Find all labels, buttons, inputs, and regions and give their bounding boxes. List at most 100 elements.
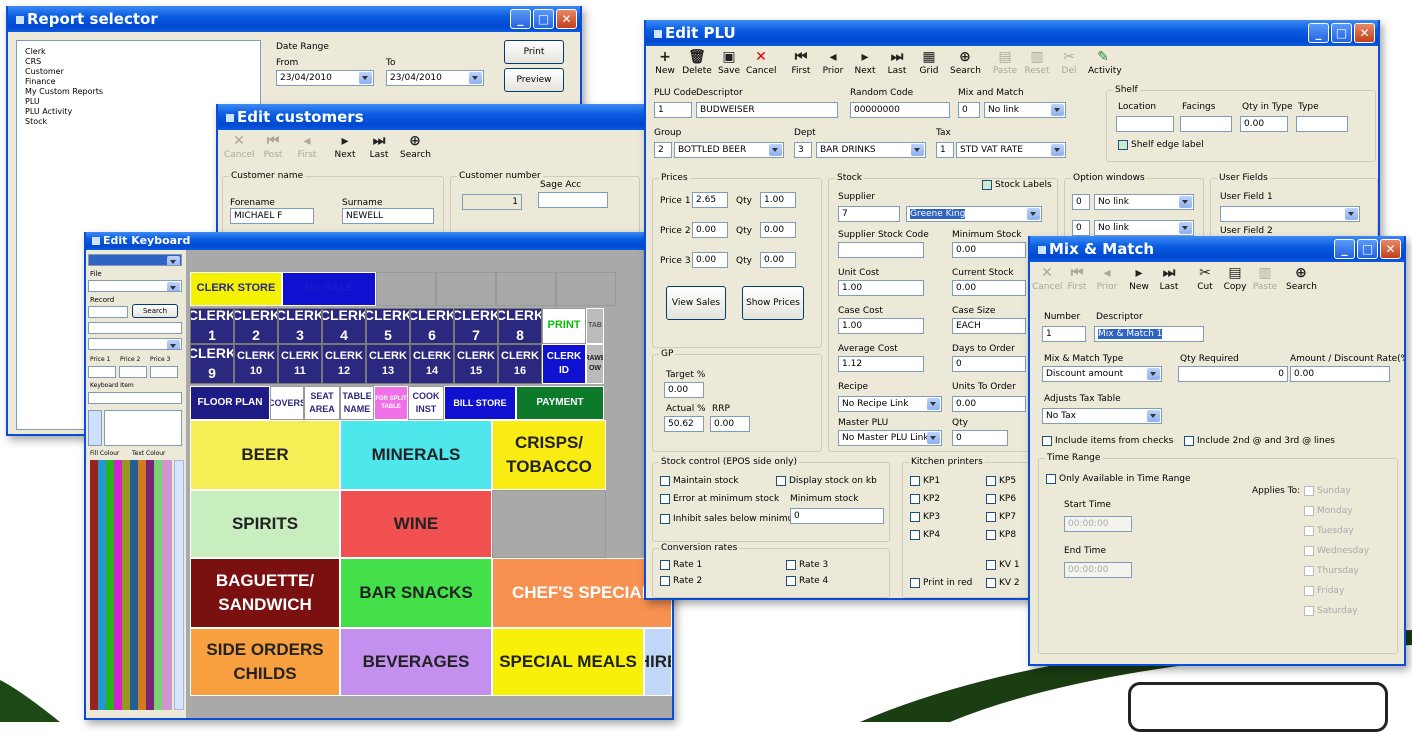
descriptor-field[interactable]: BUDWEISER — [696, 102, 838, 118]
key-clerk-2[interactable]: CLERK 2 — [234, 308, 278, 344]
checkbox-box[interactable] — [1304, 546, 1314, 556]
key-beer[interactable]: BEER — [190, 420, 340, 490]
maximize-button[interactable]: □ — [1331, 23, 1352, 43]
option2-select[interactable]: No link — [1094, 220, 1194, 236]
checkbox-box[interactable] — [660, 476, 670, 486]
price2-field[interactable] — [119, 366, 147, 378]
mix-match-titlebar[interactable]: Mix & Match _ □ ✕ — [1030, 236, 1404, 262]
cancel-tool[interactable]: ✕ Cancel — [1032, 264, 1063, 292]
dropdown-icon[interactable] — [167, 256, 180, 265]
facings-field[interactable] — [1180, 116, 1232, 132]
checkbox-box[interactable] — [910, 530, 920, 540]
dropdown-icon[interactable] — [167, 282, 180, 291]
rate2-checkbox[interactable]: Rate 2 — [660, 576, 702, 586]
show-prices-button[interactable]: Show Prices — [742, 286, 804, 320]
keyboard-item-field[interactable] — [88, 392, 182, 404]
rate4-checkbox[interactable]: Rate 4 — [786, 576, 828, 586]
include-checks-checkbox[interactable]: Include items from checks — [1042, 436, 1173, 446]
kp1-checkbox[interactable]: KP1 — [910, 476, 940, 486]
option2-number[interactable]: 0 — [1072, 220, 1090, 236]
maintain-stock-checkbox[interactable]: Maintain stock — [660, 476, 738, 486]
fill-colour-radio[interactable]: Fill Colour — [90, 450, 119, 457]
sage-field[interactable] — [538, 192, 608, 208]
supplier-number[interactable]: 7 — [838, 206, 900, 222]
key-bill-store[interactable]: BILL STORE — [444, 386, 516, 420]
key-side-orders-childs[interactable]: SIDE ORDERS CHILDS — [190, 628, 340, 696]
kv1-checkbox[interactable]: KV 1 — [986, 560, 1020, 570]
error-min-stock-checkbox[interactable]: Error at minimum stock — [660, 494, 779, 504]
last-tool[interactable]: ⏭ Last — [1154, 264, 1184, 292]
first-tool[interactable]: ⏮ First — [1062, 264, 1092, 292]
key-clerk-11[interactable]: CLERK 11 — [278, 344, 322, 384]
dropdown-icon[interactable] — [1147, 368, 1160, 380]
key-covers[interactable]: COVERS — [270, 386, 304, 420]
qty2-field[interactable]: 0.00 — [760, 222, 796, 238]
first-tool[interactable]: ⏮ First — [786, 48, 816, 76]
dept-number[interactable]: 3 — [794, 142, 812, 158]
kp7-checkbox[interactable]: KP7 — [986, 512, 1016, 522]
dropdown-icon[interactable] — [1179, 222, 1192, 234]
key-table-name[interactable]: TABLE NAME — [340, 386, 374, 420]
user-field1-select[interactable] — [1220, 206, 1360, 222]
friday-checkbox[interactable]: Friday — [1304, 586, 1344, 596]
dropdown-icon[interactable] — [1147, 410, 1160, 422]
average-cost-field[interactable]: 1.12 — [838, 356, 924, 372]
key-drawer[interactable]: DRAWER OW — [586, 344, 604, 384]
print-in-red-checkbox[interactable]: Print in red — [910, 578, 972, 588]
post-tool[interactable]: ⏮ Post — [258, 132, 288, 160]
key-clerk-id[interactable]: CLERK ID — [542, 344, 586, 384]
checkbox-box[interactable] — [1042, 436, 1052, 446]
minimize-button[interactable]: _ — [1334, 239, 1355, 259]
minimum-stock-field[interactable]: 0 — [790, 508, 884, 524]
dropdown-icon[interactable] — [927, 432, 940, 444]
qty-required-field[interactable]: 0 — [1178, 366, 1288, 382]
print-button[interactable]: Print — [504, 40, 564, 64]
checkbox-box[interactable] — [786, 560, 796, 570]
prior-tool[interactable]: ◂ Prior — [1092, 264, 1122, 292]
keyboard-selector[interactable] — [88, 254, 182, 266]
supplier-code-field[interactable] — [838, 242, 924, 258]
key-floor-plan[interactable]: FLOOR PLAN — [190, 386, 270, 420]
key-clerk-1[interactable]: CLERK 1 — [190, 308, 234, 344]
checkbox-box[interactable] — [1304, 586, 1314, 596]
dropdown-icon[interactable] — [1051, 104, 1064, 116]
key-clerk-4[interactable]: CLERK 4 — [322, 308, 366, 344]
tax-number[interactable]: 1 — [936, 142, 954, 158]
rate3-checkbox[interactable]: Rate 3 — [786, 560, 828, 570]
calendar-dropdown-icon[interactable] — [469, 72, 482, 84]
tax-select[interactable]: STD VAT RATE — [956, 142, 1066, 158]
option1-number[interactable]: 0 — [1072, 194, 1090, 210]
key-beverages[interactable]: BEVERAGES — [340, 628, 492, 696]
prior-tool[interactable]: ◂ Prior — [818, 48, 848, 76]
checkbox-box[interactable] — [1304, 566, 1314, 576]
key-clerk-5[interactable]: CLERK 5 — [366, 308, 410, 344]
surname-field[interactable]: NEWELL — [342, 208, 434, 224]
minimize-button[interactable]: _ — [1308, 23, 1329, 43]
tree-item[interactable]: Customer — [17, 67, 260, 77]
forename-field[interactable]: MICHAEL F — [230, 208, 314, 224]
key-minerals[interactable]: MINERALS — [340, 420, 492, 490]
key-cook-inst[interactable]: COOK INST — [408, 386, 444, 420]
key-empty[interactable] — [556, 272, 616, 306]
case-cost-field[interactable]: 1.00 — [838, 318, 924, 334]
key-clerk-store[interactable]: CLERK STORE — [190, 272, 282, 306]
cancel-tool[interactable]: ✕ Cancel — [224, 132, 255, 160]
last-tool[interactable]: ⏭ Last — [882, 48, 912, 76]
kp4-checkbox[interactable]: KP4 — [910, 530, 940, 540]
search-button[interactable]: Search — [132, 304, 178, 318]
end-time-field[interactable]: 00:00:00 — [1064, 562, 1132, 578]
key-clerk-3[interactable]: CLERK 3 — [278, 308, 322, 344]
key-empty[interactable] — [496, 272, 556, 306]
thursday-checkbox[interactable]: Thursday — [1304, 566, 1359, 576]
qty1-field[interactable]: 1.00 — [760, 192, 796, 208]
checkbox-box[interactable] — [1046, 474, 1056, 484]
group-select[interactable]: BOTTLED BEER — [674, 142, 784, 158]
key-clerk-12[interactable]: CLERK 12 — [322, 344, 366, 384]
close-button[interactable]: ✕ — [1380, 239, 1401, 259]
last-tool[interactable]: ⏭ Last — [364, 132, 394, 160]
cancel-tool[interactable]: ✕ Cancel — [746, 48, 777, 76]
key-crisps-tobacco[interactable]: CRISPS/ TOBACCO — [492, 420, 606, 490]
save-tool[interactable]: ▣ Save — [714, 48, 744, 76]
search-tool[interactable]: ⊕ Search — [400, 132, 431, 160]
recipe-select[interactable]: No Recipe Link — [838, 396, 942, 412]
